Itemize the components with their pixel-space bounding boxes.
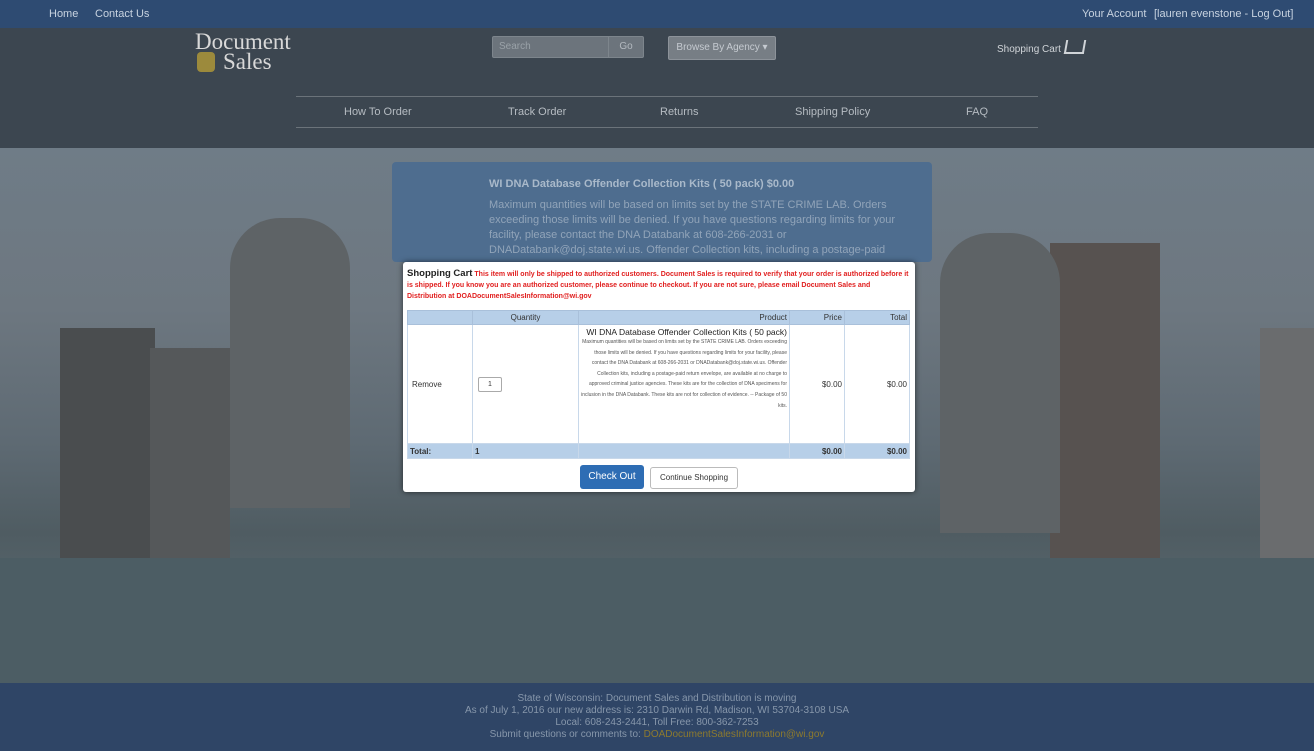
site-logo[interactable]: Document Sales (195, 30, 291, 74)
building (230, 218, 350, 508)
total-label: Total: (407, 443, 473, 459)
total-quantity: 1 (472, 443, 579, 459)
building (940, 233, 1060, 533)
shopping-cart-label: Shopping Cart (997, 44, 1061, 55)
quantity-input[interactable]: 1 (478, 376, 502, 392)
search-input[interactable]: Search (499, 41, 531, 52)
header-blank (407, 310, 473, 325)
nav-shipping-policy[interactable]: Shipping Policy (795, 106, 870, 118)
home-link[interactable]: Home (49, 8, 78, 20)
contact-us-link[interactable]: Contact Us (95, 8, 149, 20)
nav-returns[interactable]: Returns (660, 106, 699, 118)
building (60, 328, 155, 568)
total-row: Total: 1 $0.00 $0.00 (407, 443, 910, 459)
user-logout-link[interactable]: [lauren evenstone - Log Out] (1154, 8, 1293, 20)
top-bar: Home Contact Us Your Account [lauren eve… (0, 0, 1314, 28)
header-price: Price (789, 310, 845, 325)
quantity-cell: 1 (472, 324, 579, 444)
total-price: $0.00 (789, 443, 845, 459)
header-total: Total (844, 310, 910, 325)
product-detail-text: Maximum quantities will be based on limi… (489, 199, 895, 256)
product-detail-title: WI DNA Database Offender Collection Kits… (489, 178, 795, 190)
building (1260, 328, 1314, 558)
footer-address: As of July 1, 2016 our new address is: 2… (464, 705, 850, 716)
price-cell: $0.00 (789, 324, 845, 444)
cart-message: Shopping Cart This item will only be shi… (407, 268, 911, 302)
lake-water (0, 558, 1314, 683)
search-go-button[interactable]: Go (608, 37, 643, 57)
footer-contact: Submit questions or comments to: DOADocu… (0, 729, 1314, 741)
footer-phone: Local: 608-243-2441, Toll Free: 800-362-… (555, 717, 759, 728)
remove-link[interactable]: Remove (407, 324, 473, 444)
cart-icon (1063, 40, 1087, 54)
product-description: Maximum quantities will be based on limi… (581, 339, 787, 409)
product-cell: WI DNA Database Offender Collection Kits… (578, 324, 790, 444)
total-blank (578, 443, 790, 459)
browse-by-agency-dropdown[interactable]: Browse By Agency ▾ (668, 36, 776, 60)
grand-total: $0.00 (844, 443, 910, 459)
your-account-link[interactable]: Your Account (1082, 8, 1146, 20)
cart-heading: Shopping Cart (407, 268, 473, 279)
total-cell: $0.00 (844, 324, 910, 444)
search-box[interactable]: Search Go (492, 36, 644, 58)
shopping-cart-modal: Shopping Cart This item will only be shi… (403, 262, 915, 492)
footer-email-link[interactable]: DOADocumentSalesInformation@wi.gov (644, 729, 825, 740)
footer-contact-prefix: Submit questions or comments to: (489, 729, 641, 740)
header-quantity: Quantity (472, 310, 579, 325)
header-product: Product (578, 310, 790, 325)
cart-table-header: Quantity Product Price Total (407, 310, 910, 325)
cart-table: Quantity Product Price Total Remove 1 WI… (407, 310, 910, 459)
product-title: WI DNA Database Offender Collection Kits… (586, 327, 787, 337)
main-nav: How To Order Track Order Returns Shippin… (296, 96, 1038, 128)
authorization-warning: This item will only be shipped to author… (407, 271, 909, 300)
logo-line2: Sales (223, 49, 272, 74)
building (1050, 243, 1160, 563)
check-out-button[interactable]: Check Out (580, 465, 644, 489)
footer-line: State of Wisconsin: Document Sales and D… (517, 693, 797, 704)
product-detail-panel: WI DNA Database Offender Collection Kits… (392, 162, 932, 262)
nav-faq[interactable]: FAQ (966, 106, 988, 118)
table-row: Remove 1 WI DNA Database Offender Collec… (407, 324, 910, 444)
nav-how-to-order[interactable]: How To Order (344, 106, 412, 118)
building (150, 348, 230, 568)
continue-shopping-button[interactable]: Continue Shopping (650, 467, 738, 489)
nav-track-order[interactable]: Track Order (508, 106, 566, 118)
site-footer: State of Wisconsin: Document Sales and D… (0, 683, 1314, 751)
shopping-cart-link[interactable]: Shopping Cart (997, 40, 1087, 55)
